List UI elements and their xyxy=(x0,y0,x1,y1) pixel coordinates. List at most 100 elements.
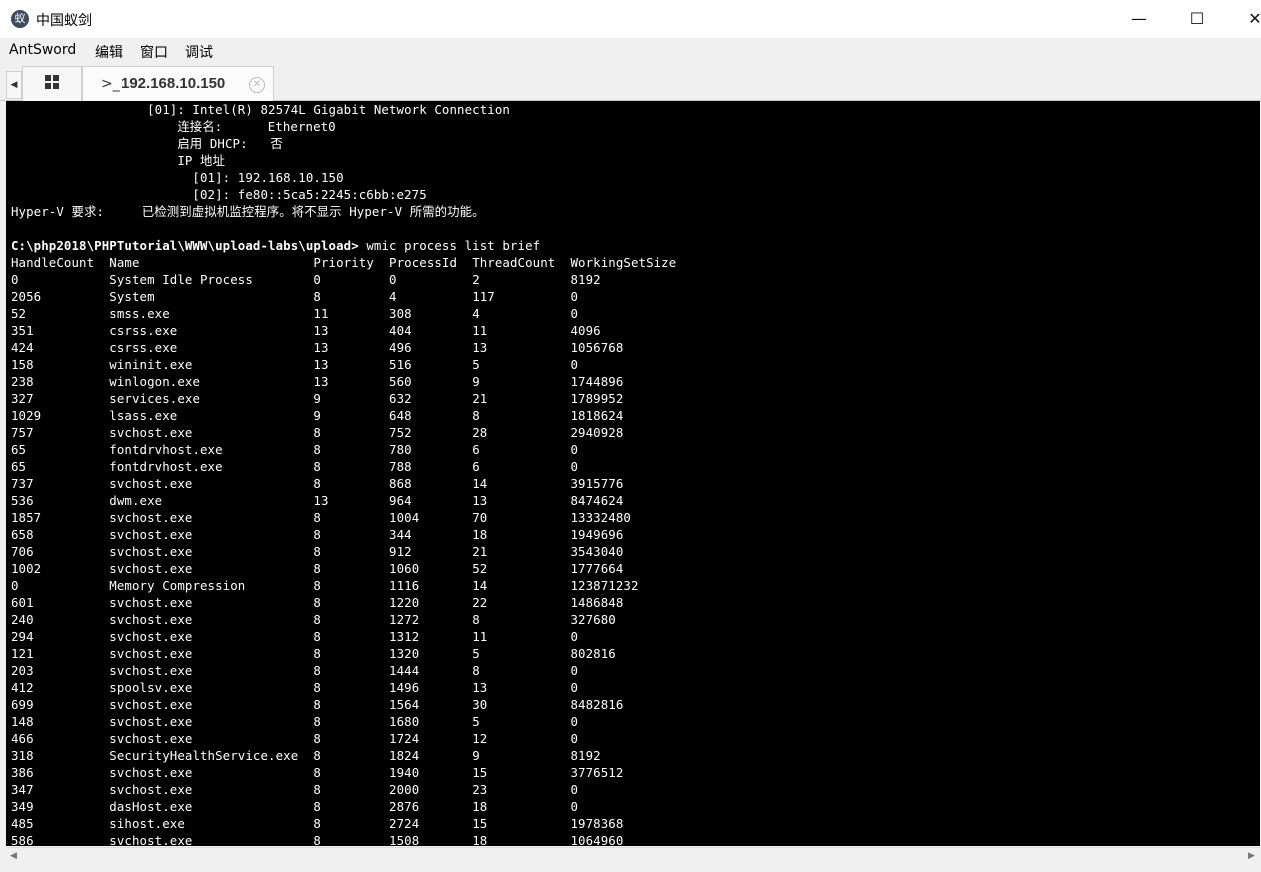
table-cell: 8 xyxy=(313,561,390,576)
table-cell: 14 xyxy=(472,476,571,491)
table-cell: 1744896 xyxy=(570,374,624,389)
table-cell: 706 xyxy=(11,544,110,559)
table-cell: 752 xyxy=(389,425,473,440)
tab-bar: ◀ >_ 192.168.10.150 ✕ xyxy=(0,64,1261,102)
table-cell: 0 xyxy=(570,714,579,729)
table-cell: 1508 xyxy=(389,833,473,846)
table-row: 349 dasHost.exe 8 2876 18 0 xyxy=(11,799,578,814)
table-cell: 2724 xyxy=(389,816,473,831)
table-cell: 1004 xyxy=(389,510,473,525)
table-cell: 560 xyxy=(389,374,473,389)
table-cell: svchost.exe xyxy=(109,510,314,525)
table-cell: 1444 xyxy=(389,663,473,678)
table-cell: 30 xyxy=(472,697,571,712)
menu-edit[interactable]: 编辑 xyxy=(95,42,123,62)
scroll-right-arrow-icon[interactable]: ▶ xyxy=(1248,851,1255,861)
menu-debug[interactable]: 调试 xyxy=(185,42,213,62)
table-cell: svchost.exe xyxy=(109,646,314,661)
table-cell: 308 xyxy=(389,306,473,321)
table-cell: 3543040 xyxy=(570,544,624,559)
terminal-line: [01]: Intel(R) 82574L Gigabit Network Co… xyxy=(147,102,510,117)
table-cell: 964 xyxy=(389,493,473,508)
terminal-line: IP 地址 xyxy=(177,153,225,168)
table-cell: 601 xyxy=(11,595,110,610)
table-cell: 8482816 xyxy=(570,697,624,712)
table-cell: 6 xyxy=(472,459,571,474)
maximize-button[interactable]: ☐ xyxy=(1168,0,1226,38)
table-cell: svchost.exe xyxy=(109,561,314,576)
table-cell: 1857 xyxy=(11,510,110,525)
table-cell: 11 xyxy=(472,629,571,644)
table-cell: 8 xyxy=(313,765,390,780)
title-bar: 蚁 中国蚁剑 — ☐ ✕ xyxy=(0,0,1261,38)
menu-antsword[interactable]: AntSword xyxy=(9,42,76,58)
tab-terminal[interactable]: >_ 192.168.10.150 ✕ xyxy=(82,66,274,101)
table-cell: 1220 xyxy=(389,595,473,610)
table-cell: 8 xyxy=(313,510,390,525)
horizontal-scrollbar[interactable]: ◀ ▶ xyxy=(6,847,1260,866)
table-cell: 632 xyxy=(389,391,473,406)
menu-bar: AntSword 编辑 窗口 调试 xyxy=(0,38,1261,64)
table-row: 121 svchost.exe 8 1320 5 802816 xyxy=(11,646,616,661)
table-cell: 0 xyxy=(570,459,579,474)
table-cell: 0 xyxy=(570,442,579,457)
table-cell: 536 xyxy=(11,493,110,508)
table-row: 536 dwm.exe 13 964 13 8474624 xyxy=(11,493,623,508)
table-cell: 13 xyxy=(313,340,390,355)
table-row: 0 Memory Compression 8 1116 14 123871232 xyxy=(11,578,639,593)
table-cell: 466 xyxy=(11,731,110,746)
table-cell: 344 xyxy=(389,527,473,542)
table-cell: 203 xyxy=(11,663,110,678)
table-cell: 5 xyxy=(472,714,571,729)
table-cell: 0 xyxy=(11,272,110,287)
table-cell: svchost.exe xyxy=(109,595,314,610)
table-cell: 9 xyxy=(472,748,571,763)
table-cell: 22 xyxy=(472,595,571,610)
table-cell: svchost.exe xyxy=(109,425,314,440)
tab-terminal-label: 192.168.10.150 xyxy=(121,75,226,92)
terminal-command: wmic process list brief xyxy=(358,238,541,253)
terminal-output[interactable]: [01]: Intel(R) 82574L Gigabit Network Co… xyxy=(6,101,1260,846)
close-button[interactable]: ✕ xyxy=(1226,0,1261,38)
menu-window[interactable]: 窗口 xyxy=(140,42,168,62)
table-row: 1857 svchost.exe 8 1004 70 13332480 xyxy=(11,510,631,525)
table-row: 2056 System 8 4 117 0 xyxy=(11,289,578,304)
table-cell: 1564 xyxy=(389,697,473,712)
table-cell: 788 xyxy=(389,459,473,474)
table-cell: wininit.exe xyxy=(109,357,314,372)
table-cell: 699 xyxy=(11,697,110,712)
table-cell: 0 xyxy=(313,272,390,287)
table-cell: 23 xyxy=(472,782,571,797)
table-cell: 11 xyxy=(313,306,390,321)
tab-close-icon[interactable]: ✕ xyxy=(249,77,265,93)
table-cell: 8 xyxy=(313,442,390,457)
table-cell: 8 xyxy=(313,697,390,712)
terminal-line: 连接名: Ethernet0 xyxy=(177,119,336,134)
table-cell: 8 xyxy=(313,595,390,610)
table-cell: 8 xyxy=(313,816,390,831)
table-cell: 8 xyxy=(472,663,571,678)
table-cell: 8 xyxy=(313,527,390,542)
table-cell: 65 xyxy=(11,459,110,474)
table-cell: 2940928 xyxy=(570,425,624,440)
table-cell: 868 xyxy=(389,476,473,491)
tab-scroll-left-button[interactable]: ◀ xyxy=(6,71,22,99)
table-row: 158 wininit.exe 13 516 5 0 xyxy=(11,357,578,372)
column-header: ProcessId xyxy=(389,255,473,270)
table-cell: 15 xyxy=(472,816,571,831)
scroll-left-arrow-icon[interactable]: ◀ xyxy=(10,851,17,861)
table-cell: dwm.exe xyxy=(109,493,314,508)
table-cell: 12 xyxy=(472,731,571,746)
antsword-logo-icon: 蚁 xyxy=(11,10,29,28)
table-row: 601 svchost.exe 8 1220 22 1486848 xyxy=(11,595,623,610)
minimize-button[interactable]: — xyxy=(1110,0,1168,38)
table-cell: winlogon.exe xyxy=(109,374,314,389)
table-cell: 485 xyxy=(11,816,110,831)
table-cell: 1116 xyxy=(389,578,473,593)
table-row: 466 svchost.exe 8 1724 12 0 xyxy=(11,731,578,746)
table-row: 386 svchost.exe 8 1940 15 3776512 xyxy=(11,765,623,780)
table-cell: lsass.exe xyxy=(109,408,314,423)
table-cell: 21 xyxy=(472,391,571,406)
table-cell: 1949696 xyxy=(570,527,624,542)
tab-home[interactable] xyxy=(22,66,82,102)
